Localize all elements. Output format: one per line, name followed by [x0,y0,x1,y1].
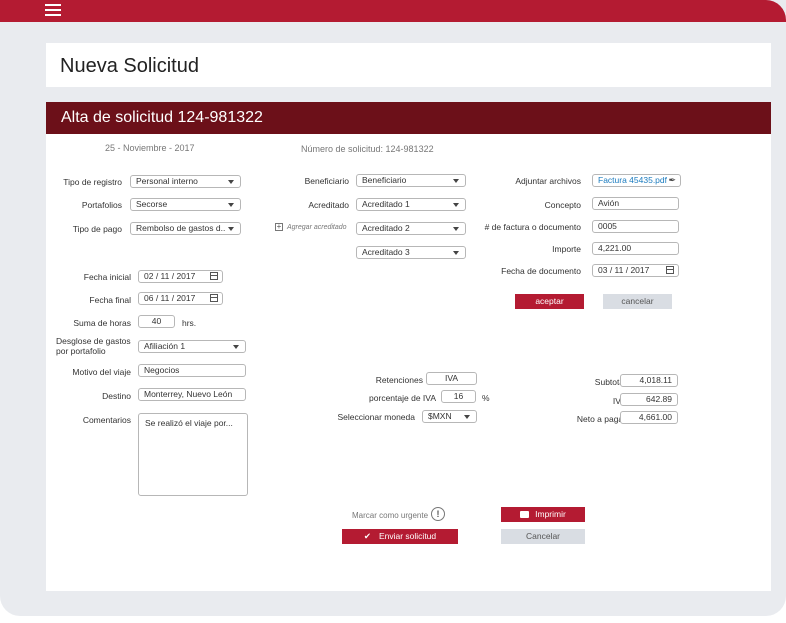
concepto-input[interactable]: Avión [592,197,679,210]
adjuntar-input[interactable]: Factura 45435.pdf ✒ [592,174,681,187]
iva-input[interactable]: 642.89 [620,393,678,406]
importe-label: Importe [552,244,581,254]
importe-input[interactable]: 4,221.00 [592,242,679,255]
tipo-registro-label: Tipo de registro [63,177,122,187]
motivo-input[interactable]: Negocios [138,364,246,377]
adjuntar-label: Adjuntar archivos [515,176,581,186]
neto-label: Neto a pagar [576,414,626,424]
acreditado-1-select[interactable]: Acreditado 1 [356,198,466,211]
title-card: Nueva Solicitud [46,43,771,87]
fecha-doc-value: 03 / 11 / 2017 [598,265,650,275]
moneda-value: $MXN [428,411,452,421]
calendar-icon[interactable] [210,294,218,302]
neto-input[interactable]: 4,661.00 [620,411,678,424]
paperclip-icon[interactable]: ✒ [668,175,676,186]
subtotal-input[interactable]: 4,018.11 [620,374,678,387]
acreditado-3-value: Acreditado 3 [362,247,410,257]
desglose-label: Desglose de gastos por portafolio [56,336,131,356]
checkmark-icon: ✔ [363,531,371,541]
portafolios-label: Portafolios [81,200,122,210]
desglose-label-line1: Desglose de gastos [56,336,131,346]
factura-input[interactable]: 0005 [592,220,679,233]
fecha-inicial-value: 02 / 11 / 2017 [144,271,196,281]
request-panel: Alta de solicitud 124-981322 25 - Noviem… [46,102,771,591]
top-bar [0,0,786,22]
panel-title: Alta de solicitud 124-981322 [61,109,263,126]
factura-label: # de factura o documento [484,222,581,232]
desglose-label-line2: por portafolio [56,346,106,356]
fecha-final-input[interactable]: 06 / 11 / 2017 [138,292,223,305]
tipo-pago-label: Tipo de pago [72,224,122,234]
suma-horas-unit: hrs. [182,318,197,328]
tipo-pago-value: Rembolso de gastos d... [136,223,226,233]
suma-horas-input[interactable]: 40 [138,315,175,328]
suma-horas-label: Suma de horas [73,318,131,328]
beneficiario-select[interactable]: Beneficiario [356,174,466,187]
adjuntar-filename[interactable]: Factura 45435.pdf [598,175,667,185]
beneficiario-value: Beneficiario [362,175,407,185]
imprimir-button[interactable]: Imprimir [501,507,585,522]
printer-icon [520,511,530,518]
aceptar-button[interactable]: aceptar [515,294,584,309]
retenciones-input[interactable]: IVA [426,372,477,385]
enviar-solicitud-button[interactable]: ✔ Enviar solicitud [342,529,458,544]
imprimir-label: Imprimir [535,509,566,519]
portafolios-value: Secorse [136,199,168,209]
menu-icon[interactable] [45,4,61,18]
destino-input[interactable]: Monterrey, Nuevo León [138,388,246,401]
fecha-inicial-label: Fecha inicial [83,272,131,282]
cancelar-small-button[interactable]: cancelar [603,294,672,309]
fecha-final-value: 06 / 11 / 2017 [144,293,196,303]
motivo-label: Motivo del viaje [72,367,131,377]
enviar-label: Enviar solicitud [378,531,437,541]
cancelar-button[interactable]: Cancelar [501,529,585,544]
urgent-toggle-icon[interactable]: ! [431,507,445,521]
urgente-label: Marcar como urgente [352,511,429,520]
panel-header: Alta de solicitud 124-981322 [46,102,771,134]
tipo-registro-value: Personal interno [136,176,198,186]
retenciones-label: Retenciones [375,375,423,385]
calendar-icon[interactable] [210,272,218,280]
comentarios-label: Comentarios [82,415,131,425]
acreditado-2-value: Acreditado 2 [362,223,410,233]
fecha-doc-label: Fecha de documento [501,266,581,276]
tipo-registro-select[interactable]: Personal interno [130,175,241,188]
agregar-acreditado-link[interactable]: Agregar acreditado [287,224,347,231]
acreditado-3-select[interactable]: Acreditado 3 [356,246,466,259]
tipo-pago-select[interactable]: Rembolso de gastos d... [130,222,241,235]
fecha-inicial-input[interactable]: 02 / 11 / 2017 [138,270,223,283]
porcentaje-iva-input[interactable]: 16 [441,390,476,403]
request-number: Número de solicitud: 124-981322 [301,144,434,154]
desglose-select[interactable]: Afiliación 1 [138,340,246,353]
acreditado-2-select[interactable]: Acreditado 2 [356,222,466,235]
comentarios-textarea[interactable] [138,413,248,496]
app-frame: Nueva Solicitud Alta de solicitud 124-98… [0,0,786,616]
acreditado-label: Acreditado [308,200,349,210]
fecha-final-label: Fecha final [89,295,131,305]
concepto-label: Concepto [544,200,581,210]
calendar-icon[interactable] [666,266,674,274]
page-title: Nueva Solicitud [60,55,199,77]
porcentaje-unit: % [482,393,490,403]
destino-label: Destino [102,391,131,401]
add-icon[interactable]: + [275,223,283,231]
portafolios-select[interactable]: Secorse [130,198,241,211]
desglose-value: Afiliación 1 [144,341,186,351]
beneficiario-label: Beneficiario [304,176,349,186]
fecha-doc-input[interactable]: 03 / 11 / 2017 [592,264,679,277]
moneda-label: Seleccionar moneda [337,412,416,422]
moneda-select[interactable]: $MXN [422,410,477,423]
request-date: 25 - Noviembre - 2017 [105,143,195,153]
acreditado-1-value: Acreditado 1 [362,199,410,209]
porcentaje-iva-label: porcentaje de IVA [369,393,436,403]
